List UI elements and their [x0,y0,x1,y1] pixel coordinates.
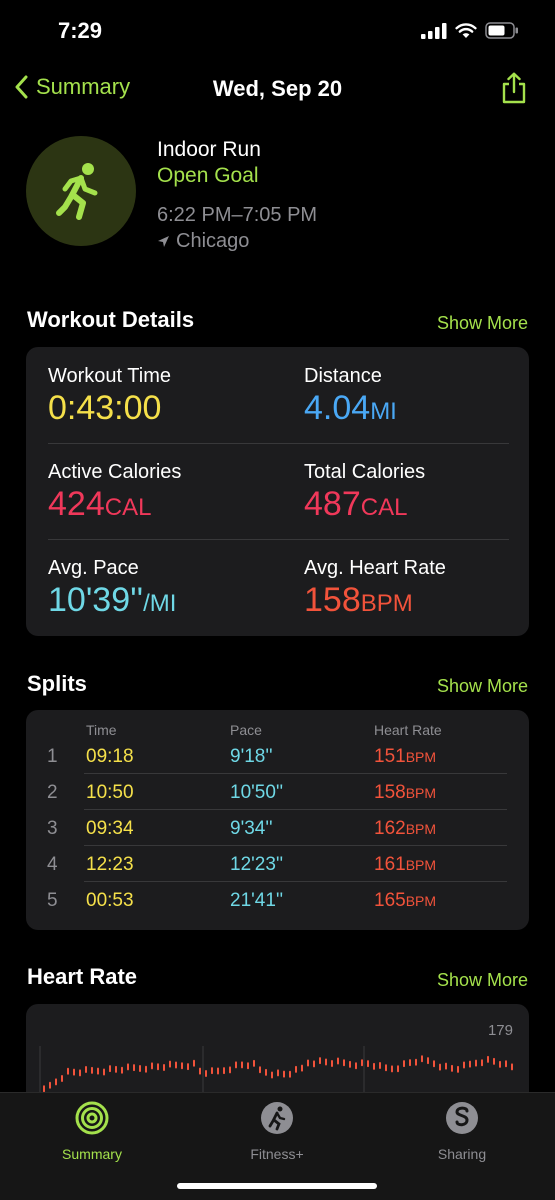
running-figure-icon [56,163,98,220]
activity-rings-icon [75,1101,109,1135]
splits-header-time: Time [86,722,117,738]
table-row: 1 09:18 9'18'' 151BPM [26,746,529,782]
workout-time-value: 0:43:00 [48,389,162,427]
splits-header-pace: Pace [230,722,262,738]
splits-show-more[interactable]: Show More [437,676,528,697]
split-pace: 12'23'' [230,854,284,875]
workout-time-range: 6:22 PM–7:05 PM [157,204,318,226]
metric-label: Avg. Pace [48,557,139,579]
divider [84,881,507,882]
splits-card: Time Pace Heart Rate 1 09:18 9'18'' 151B… [26,710,529,930]
metric-label: Total Calories [304,461,426,483]
location-label: Chicago [176,230,250,252]
battery-icon [485,22,518,39]
split-heart-rate: 151BPM [374,746,437,767]
distance-value: 4.04MI [304,389,397,427]
divider [48,539,509,540]
splits-heading: Splits [27,671,87,696]
tab-label: Sharing [437,1146,487,1162]
split-number: 1 [47,746,58,767]
share-icon [502,72,526,104]
fitness-plus-icon [261,1102,293,1134]
avg-heart-rate-value: 158BPM [304,581,413,619]
avg-heart-rate-metric: Avg. Heart Rate 158BPM [304,557,446,619]
heart-rate-show-more[interactable]: Show More [437,970,528,991]
split-time: 09:18 [86,746,134,767]
split-heart-rate: 158BPM [374,782,437,803]
home-indicator [177,1183,377,1189]
workout-details-card: Workout Time 0:43:00 Distance 4.04MI Act… [26,347,529,636]
total-calories-value: 487CAL [304,485,408,523]
heart-rate-bars [43,1055,513,1093]
table-row: 3 09:34 9'34'' 162BPM [26,818,529,854]
workout-details-show-more[interactable]: Show More [437,313,528,334]
share-button[interactable] [501,72,527,109]
split-pace: 10'50'' [230,782,284,803]
table-row: 2 10:50 10'50'' 158BPM [26,782,529,818]
split-pace: 9'34'' [230,818,273,839]
tab-label: Fitness+ [250,1146,304,1162]
location-arrow-icon [158,236,169,247]
divider [84,809,507,810]
table-row: 5 00:53 21'41'' 165BPM [26,890,529,926]
tab-label: Summary [62,1146,122,1162]
split-heart-rate: 162BPM [374,818,437,839]
metric-label: Avg. Heart Rate [304,557,446,579]
split-number: 5 [47,890,58,911]
workout-time-metric: Workout Time 0:43:00 [48,365,171,427]
split-number: 3 [47,818,58,839]
split-time: 09:34 [86,818,134,839]
tab-sharing[interactable]: Sharing [402,1101,522,1162]
split-heart-rate: 161BPM [374,854,437,875]
total-calories-metric: Total Calories 487CAL [304,461,425,523]
avg-pace-metric: Avg. Pace 10'39''/MI [48,557,176,619]
wifi-icon [455,22,477,38]
status-icons [421,22,519,39]
divider [84,773,507,774]
tab-summary[interactable]: Summary [32,1101,152,1162]
split-time: 10:50 [86,782,134,803]
split-heart-rate: 165BPM [374,890,437,911]
page-title: Wed, Sep 20 [212,76,343,101]
workout-location: Chicago [157,230,249,253]
heart-rate-heading: Heart Rate [27,964,138,989]
divider [48,443,509,444]
divider [84,845,507,846]
metric-label: Distance [304,365,382,387]
workout-goal: Open Goal [157,164,259,187]
active-calories-metric: Active Calories 424CAL [48,461,181,523]
splits-header-heart-rate: Heart Rate [374,722,442,738]
workout-type: Indoor Run [157,138,261,161]
cellular-signal-icon [421,22,447,39]
sharing-icon [446,1102,478,1134]
status-time: 7:29 [58,18,103,43]
table-row: 4 12:23 12'23'' 161BPM [26,854,529,890]
split-pace: 21'41'' [230,890,284,911]
split-pace: 9'18'' [230,746,273,767]
split-number: 4 [47,854,58,875]
split-time: 12:23 [86,854,134,875]
tab-fitness-plus[interactable]: Fitness+ [217,1101,337,1162]
distance-metric: Distance 4.04MI [304,365,397,427]
workout-details-heading: Workout Details [27,307,195,332]
workout-type-badge [26,136,136,246]
split-number: 2 [47,782,58,803]
metric-label: Workout Time [48,365,171,387]
metric-label: Active Calories [48,461,182,483]
avg-pace-value: 10'39''/MI [48,581,177,619]
active-calories-value: 424CAL [48,485,152,523]
split-time: 00:53 [86,890,134,911]
